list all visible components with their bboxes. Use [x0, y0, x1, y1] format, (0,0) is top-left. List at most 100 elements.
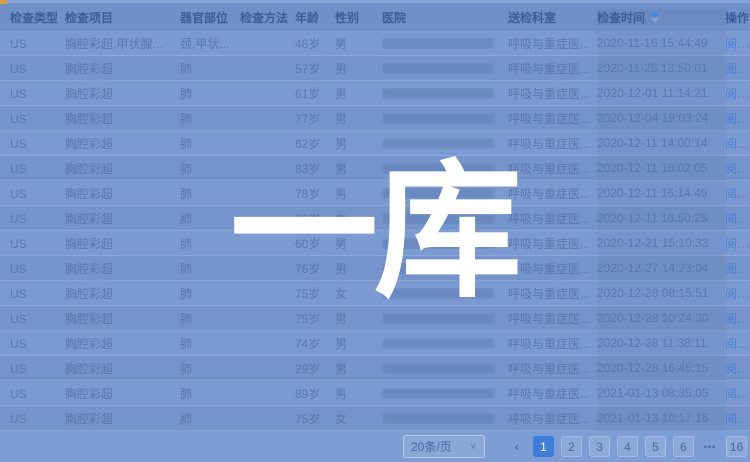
- cell-organ: 肺: [180, 160, 240, 177]
- header-cell-type: 检查类型: [10, 9, 65, 26]
- header-cell-dept: 送检科室: [508, 9, 597, 26]
- table-row: US胸腔彩超肺75岁女呼吸与重症医...2021-01-13 10:17:16阅…: [0, 406, 750, 431]
- sort-icon[interactable]: [651, 11, 659, 23]
- cell-time: 2020-12-28 10:24:30: [597, 306, 725, 331]
- view-image-link[interactable]: 阅片: [725, 37, 749, 51]
- cell-gender: 男: [335, 35, 382, 52]
- last-page-button[interactable]: 16: [726, 436, 747, 457]
- cell-time: 2020-12-11 16:14:49: [597, 181, 725, 206]
- cell-gender: 男: [335, 335, 382, 352]
- header-cell-method: 检查方法: [240, 9, 295, 26]
- redacted-hospital-name: [382, 388, 494, 399]
- cell-type: US: [10, 62, 65, 76]
- cell-dept: 呼吸与重症医...: [508, 285, 597, 302]
- cell-organ: 肺: [180, 235, 240, 252]
- cell-gender: 男: [335, 360, 382, 377]
- view-image-link[interactable]: 阅片: [725, 312, 749, 326]
- cell-item: 胸腔彩超: [65, 135, 180, 152]
- view-image-link[interactable]: 阅片: [725, 162, 749, 176]
- page-size-label: 20条/页: [411, 438, 452, 455]
- view-image-link[interactable]: 阅片: [725, 287, 749, 301]
- page-size-select[interactable]: 20条/页 ∨: [403, 435, 485, 458]
- page-button-active[interactable]: 1: [533, 436, 554, 457]
- prev-page-button[interactable]: ‹: [508, 436, 526, 457]
- cell-age: 74岁: [295, 335, 335, 352]
- cell-time: 2020-12-28 11:38:11: [597, 331, 725, 356]
- header-cell-organ: 器官部位: [180, 9, 240, 26]
- cell-item: 胸腔彩超: [65, 160, 180, 177]
- cell-op: 阅片: [725, 210, 750, 227]
- redacted-hospital-name: [382, 138, 494, 149]
- cell-age: 60岁: [295, 235, 335, 252]
- cell-item: 胸腔彩超: [65, 360, 180, 377]
- cell-hospital: [382, 63, 508, 74]
- view-image-link[interactable]: 阅片: [725, 87, 749, 101]
- redacted-hospital-name: [382, 88, 494, 99]
- cell-op: 阅片: [725, 60, 750, 77]
- cell-gender: 男: [335, 160, 382, 177]
- view-image-link[interactable]: 阅片: [725, 62, 749, 76]
- cell-dept: 呼吸与重症医...: [508, 410, 597, 427]
- cell-type: US: [10, 312, 65, 326]
- header-label-organ: 器官部位: [180, 9, 228, 26]
- table-row: US胸腔彩超肺77岁男呼吸与重症医...2020-12-04 19:03:24阅…: [0, 106, 750, 131]
- view-image-link[interactable]: 阅片: [725, 112, 749, 126]
- cell-item: 胸腔彩超: [65, 260, 180, 277]
- cell-age: 76岁: [295, 260, 335, 277]
- table-row: US胸腔彩超肺76岁女呼吸与重症医...2020-12-11 16:50:25阅…: [0, 206, 750, 231]
- view-image-link[interactable]: 阅片: [725, 337, 749, 351]
- cell-gender: 男: [335, 235, 382, 252]
- header-cell-item: 检查项目: [65, 9, 180, 26]
- redacted-hospital-name: [382, 213, 494, 224]
- header-cell-op: 操作: [725, 9, 750, 26]
- view-image-link[interactable]: 阅片: [725, 212, 749, 226]
- view-image-link[interactable]: 阅片: [725, 187, 749, 201]
- cell-op: 阅片: [725, 410, 750, 427]
- cell-hospital: [382, 238, 508, 249]
- cell-age: 75岁: [295, 285, 335, 302]
- table-row: US胸腔彩超,甲状腺彩超颈,甲状...46岁男呼吸与重症医...2020-11-…: [0, 31, 750, 56]
- table-row: US胸腔彩超肺78岁男呼吸与重症医...2020-12-11 16:14:49阅…: [0, 181, 750, 206]
- cell-organ: 肺: [180, 110, 240, 127]
- cell-item: 胸腔彩超: [65, 185, 180, 202]
- cell-organ: 肺: [180, 360, 240, 377]
- cell-hospital: [382, 163, 508, 174]
- cell-dept: 呼吸与重症医...: [508, 385, 597, 402]
- cell-time: 2020-12-21 15:10:33: [597, 231, 725, 256]
- cell-dept: 呼吸与重症医...: [508, 210, 597, 227]
- cell-gender: 女: [335, 285, 382, 302]
- header-cell-time[interactable]: 检查时间: [597, 9, 725, 26]
- view-image-link[interactable]: 阅片: [725, 362, 749, 376]
- cell-op: 阅片: [725, 260, 750, 277]
- page-button[interactable]: 4: [617, 436, 638, 457]
- page-button[interactable]: 3: [589, 436, 610, 457]
- cell-age: 89岁: [295, 385, 335, 402]
- cell-type: US: [10, 262, 65, 276]
- cell-op: 阅片: [725, 185, 750, 202]
- cell-type: US: [10, 387, 65, 401]
- cell-item: 胸腔彩超: [65, 410, 180, 427]
- header-label-type: 检查类型: [10, 9, 58, 26]
- page-button[interactable]: 2: [561, 436, 582, 457]
- view-image-link[interactable]: 阅片: [725, 262, 749, 276]
- view-image-link[interactable]: 阅片: [725, 412, 749, 426]
- header-label-time: 检查时间: [597, 9, 645, 26]
- view-image-link[interactable]: 阅片: [725, 387, 749, 401]
- cell-hospital: [382, 213, 508, 224]
- more-pages-ellipsis-icon[interactable]: •••: [701, 442, 719, 452]
- cell-item: 胸腔彩超: [65, 210, 180, 227]
- cell-hospital: [382, 88, 508, 99]
- cell-time: 2020-11-16 15:44:49: [597, 31, 725, 56]
- table-row: US胸腔彩超肺89岁男呼吸与重症医...2021-01-13 08:35:05阅…: [0, 381, 750, 406]
- cell-gender: 男: [335, 260, 382, 277]
- cell-organ: 肺: [180, 260, 240, 277]
- header-label-method: 检查方法: [240, 9, 288, 26]
- view-image-link[interactable]: 阅片: [725, 237, 749, 251]
- view-image-link[interactable]: 阅片: [725, 137, 749, 151]
- table-row: US胸腔彩超肺29岁男呼吸与重症医...2020-12-28 16:45:15阅…: [0, 356, 750, 381]
- page-button[interactable]: 6: [673, 436, 694, 457]
- page-button[interactable]: 5: [645, 436, 666, 457]
- chevron-down-icon: ∨: [470, 442, 477, 451]
- table-row: US胸腔彩超肺75岁女呼吸与重症医...2020-12-28 08:15:51阅…: [0, 281, 750, 306]
- cell-type: US: [10, 162, 65, 176]
